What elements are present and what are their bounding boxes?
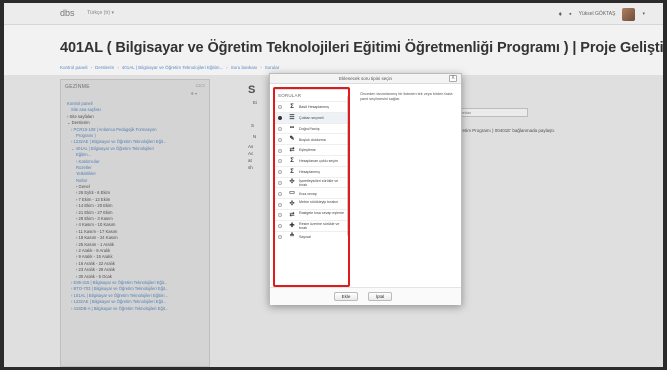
radio-button[interactable] xyxy=(278,180,282,185)
short-answer-icon: ▭ xyxy=(289,190,295,197)
breadcrumb-item[interactable]: Sorular xyxy=(265,65,280,70)
close-icon[interactable]: X xyxy=(449,75,457,82)
user-menu-area: ♦ ▪ Yüksel GÖKTAŞ ▾ xyxy=(559,7,645,21)
site-logo[interactable]: dbs xyxy=(60,8,75,18)
question-type-option[interactable]: •• Doğru/Yanlış xyxy=(275,122,348,134)
radio-button[interactable] xyxy=(278,159,282,164)
radio-button[interactable] xyxy=(278,234,282,239)
pencil-icon: ✎ xyxy=(289,136,295,143)
question-type-description: Önceden tanımlanmış bir listeden tek vey… xyxy=(360,92,453,102)
question-type-chooser-dialog: Eklenecek soru tipini seçin X SORULAR ΣB… xyxy=(269,73,462,305)
multi-calc-icon: Σ xyxy=(290,157,294,164)
dialog-header: Eklenecek soru tipini seçin X xyxy=(270,74,461,84)
question-type-option[interactable]: Σ Hesaplanmış xyxy=(275,165,348,177)
question-type-option[interactable]: Σ Hesaplanan çoklu seçim xyxy=(275,154,348,166)
breadcrumb-item[interactable]: Soru bankası xyxy=(231,65,258,70)
bell-icon[interactable]: ♦ xyxy=(559,11,563,18)
radio-button[interactable] xyxy=(278,191,282,196)
question-type-option[interactable]: ⇄ Eşleştirme xyxy=(275,144,348,155)
question-type-label: Doğru/Yanlış xyxy=(299,126,320,131)
question-type-option[interactable]: Σ Basit Hesaplanmış xyxy=(275,101,348,112)
breadcrumb: Kontrol paneli › Derslerim › 401AL | Bilgisa… xyxy=(60,65,280,70)
radio-button[interactable] xyxy=(278,126,282,131)
radio-button[interactable] xyxy=(278,202,282,207)
question-type-option[interactable]: ⇄ Rastgele kısa cevap eşleme xyxy=(275,208,348,220)
drag-text-icon: ✣ xyxy=(289,200,295,207)
drag-drop-image-icon: ✚ xyxy=(289,222,295,229)
question-type-option[interactable]: ✚ Resim üzerine sürükle ve bırak xyxy=(275,219,348,231)
user-name[interactable]: Yüksel GÖKTAŞ xyxy=(579,11,616,17)
question-type-option[interactable]: ✎ Boşluk doldurma xyxy=(275,133,348,144)
cancel-button[interactable]: İptal xyxy=(368,292,392,301)
breadcrumb-item[interactable]: Kontrol paneli xyxy=(60,65,88,70)
question-type-label: Kısa cevap xyxy=(299,191,317,196)
question-type-label: Hesaplanmış xyxy=(299,169,320,174)
dots-icon: •• xyxy=(289,125,295,132)
question-type-option[interactable]: ✣ Metne sürükleyip bırakın xyxy=(275,198,348,209)
question-type-label: Metne sürükleyip bırakın xyxy=(299,200,339,205)
drag-image-icon: ✣ xyxy=(289,179,295,186)
breadcrumb-item[interactable]: Derslerim xyxy=(95,65,114,70)
top-navbar: dbs Türkçe (tr) ▾ ♦ ▪ Yüksel GÖKTAŞ ▾ xyxy=(4,3,663,25)
scrollbar[interactable] xyxy=(347,96,349,236)
radio-button[interactable] xyxy=(278,170,282,175)
avatar[interactable] xyxy=(622,7,636,21)
question-type-panel: SORULAR Σ Basit Hesaplanmış ☰ Çoktan seçmel… xyxy=(274,89,349,287)
language-menu[interactable]: Türkçe (tr) ▾ xyxy=(87,10,114,16)
question-type-label: Hesaplanan çoklu seçim xyxy=(299,159,338,164)
dialog-title: Eklenecek soru tipini seçin xyxy=(338,76,393,81)
radio-button[interactable] xyxy=(278,105,282,110)
question-type-option[interactable]: ✣ İşaretleyicileri sürükle ve bırak xyxy=(275,176,348,188)
radio-button[interactable] xyxy=(278,224,282,229)
calc-icon: Σ xyxy=(290,168,294,175)
radio-button[interactable] xyxy=(278,116,282,121)
question-type-label: Basit Hesaplanmış xyxy=(299,105,329,110)
dialog-footer: Ekle İptal xyxy=(270,287,461,305)
question-type-label: Sayısal xyxy=(299,234,311,239)
question-type-list: Σ Basit Hesaplanmış ☰ Çoktan seçmeli •• Doğru… xyxy=(275,101,348,241)
question-type-option[interactable]: ≗ Sayısal xyxy=(275,230,348,242)
page-title: 401AL ( Bilgisayar ve Öğretim Teknolojil… xyxy=(60,40,663,56)
add-button[interactable]: Ekle xyxy=(334,292,358,301)
question-type-label: Boşluk doldurma xyxy=(299,137,326,142)
question-type-heading: SORULAR xyxy=(278,93,302,98)
calculator-icon: Σ xyxy=(290,103,294,110)
numerical-icon: ≗ xyxy=(289,233,295,240)
chevron-down-icon[interactable]: ▾ xyxy=(642,11,645,17)
question-type-label: İşaretleyicileri sürükle ve bırak xyxy=(299,178,339,187)
match-icon: ⇄ xyxy=(289,146,295,153)
random-match-icon: ⇄ xyxy=(289,211,295,218)
question-type-option[interactable]: ☰ Çoktan seçmeli xyxy=(275,111,348,123)
list-icon: ☰ xyxy=(289,114,295,121)
question-type-label: Çoktan seçmeli xyxy=(299,115,324,120)
chat-icon[interactable]: ▪ xyxy=(569,11,571,18)
question-type-option[interactable]: ▭ Kısa cevap xyxy=(275,187,348,198)
breadcrumb-item[interactable]: 401AL | Bilgisayar ve Öğretim Teknolojil… xyxy=(122,65,223,70)
radio-button[interactable] xyxy=(278,148,282,153)
question-type-label: Eşleştirme xyxy=(299,148,316,153)
question-type-label: Resim üzerine sürükle ve bırak xyxy=(299,221,340,230)
question-type-label: Rastgele kısa cevap eşleme xyxy=(299,211,344,216)
radio-button[interactable] xyxy=(278,213,282,218)
radio-button[interactable] xyxy=(278,137,282,142)
browser-viewport: dbs Türkçe (tr) ▾ ♦ ▪ Yüksel GÖKTAŞ ▾ 40… xyxy=(4,3,663,367)
